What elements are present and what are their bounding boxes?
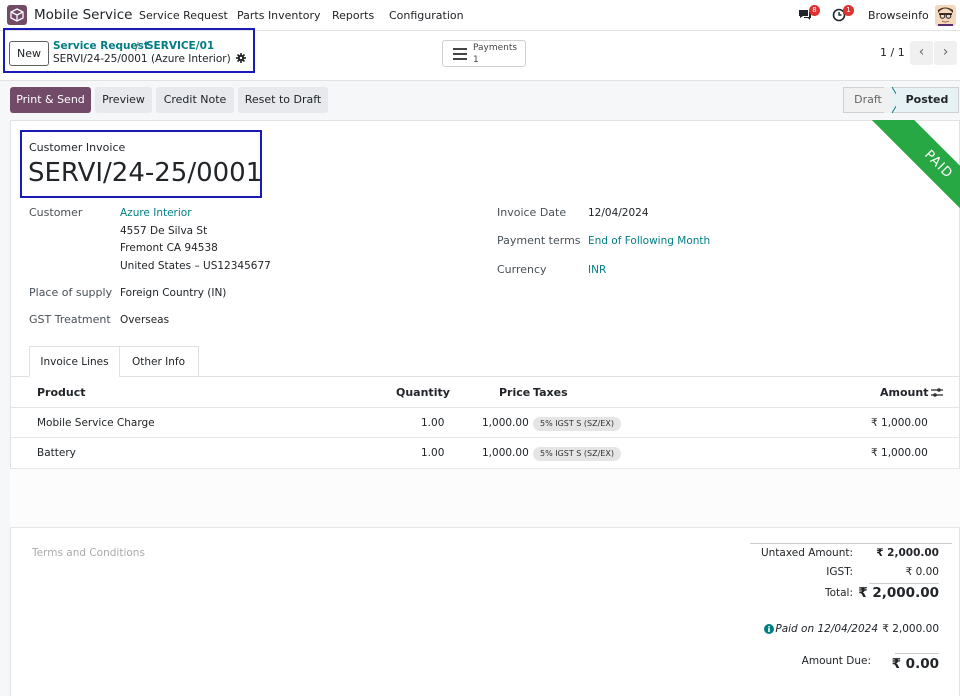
- address-line-3: United States – US12345677: [120, 260, 271, 272]
- status-posted[interactable]: Posted: [896, 88, 958, 112]
- currency-label: Currency: [497, 263, 547, 276]
- preview-button[interactable]: Preview: [95, 87, 152, 113]
- total-divider: [869, 583, 939, 584]
- pager-next-button[interactable]: ›: [934, 41, 957, 65]
- row-price[interactable]: 1,000.00: [482, 417, 529, 429]
- col-amount[interactable]: Amount: [880, 386, 928, 399]
- paid-ribbon: PAID: [842, 120, 960, 238]
- user-name[interactable]: Browseinfo: [868, 9, 929, 22]
- row-quantity[interactable]: 1.00: [421, 447, 444, 459]
- menu-parts-inventory[interactable]: Parts Inventory: [237, 9, 320, 22]
- amount-due-value: ₹ 0.00: [891, 656, 939, 672]
- amount-due-label: Amount Due:: [801, 655, 871, 667]
- untaxed-amount-value: ₹ 2,000.00: [876, 547, 939, 559]
- untaxed-amount-label: Untaxed Amount:: [760, 547, 853, 559]
- place-of-supply-value[interactable]: Foreign Country (IN): [120, 287, 226, 299]
- row-amount: ₹ 1,000.00: [871, 447, 928, 459]
- invoice-date-label: Invoice Date: [497, 206, 567, 219]
- currency-value[interactable]: INR: [588, 264, 606, 276]
- totals-top-divider: [750, 543, 952, 544]
- row-product[interactable]: Battery: [37, 447, 76, 459]
- new-button[interactable]: New: [9, 41, 49, 66]
- payments-smart-button[interactable]: Payments 1: [442, 40, 526, 67]
- empty-table-area: [10, 469, 960, 527]
- invoice-date-value[interactable]: 12/04/2024: [588, 207, 649, 219]
- pager-previous-button[interactable]: ‹: [910, 41, 933, 65]
- amount-due-divider: [895, 653, 939, 654]
- activities-badge: 1: [843, 5, 854, 16]
- user-avatar[interactable]: [935, 5, 956, 26]
- row-tax-tag: 5% IGST S (SZ/EX): [533, 447, 621, 461]
- status-bar: Draft Posted: [843, 87, 959, 113]
- total-label: Total:: [824, 587, 853, 599]
- reset-to-draft-button[interactable]: Reset to Draft: [238, 87, 328, 113]
- breadcrumb-service-01[interactable]: SERVICE/01: [146, 40, 214, 52]
- address-line-1: 4557 De Silva St: [120, 225, 208, 237]
- payment-terms-label: Payment terms: [497, 234, 581, 247]
- address-line-2: Fremont CA 94538: [120, 242, 218, 254]
- app-name[interactable]: Mobile Service: [34, 7, 132, 23]
- invoice-type: Customer Invoice: [29, 141, 126, 154]
- print-send-button[interactable]: Print & Send: [10, 87, 91, 113]
- payment-terms-value[interactable]: End of Following Month: [588, 235, 710, 247]
- row-price[interactable]: 1,000.00: [482, 447, 529, 459]
- paid-ribbon-label: PAID: [870, 120, 960, 233]
- current-record-label: SERVI/24-25/0001 (Azure Interior): [53, 53, 231, 65]
- top-navbar: Mobile Service Service Request Parts Inv…: [0, 0, 960, 31]
- gst-treatment-label: GST Treatment: [29, 313, 111, 326]
- customer-label: Customer: [29, 206, 83, 219]
- tab-other-info[interactable]: Other Info: [119, 346, 199, 377]
- header-divider: [10, 407, 960, 408]
- col-quantity[interactable]: Quantity: [396, 386, 450, 399]
- paid-amount-value: ₹ 2,000.00: [882, 623, 939, 635]
- optional-columns-icon[interactable]: [931, 387, 943, 401]
- place-of-supply-label: Place of supply: [29, 286, 113, 299]
- app-cube-icon[interactable]: [7, 5, 27, 25]
- total-value: ₹ 2,000.00: [858, 585, 939, 601]
- payments-count: 1: [473, 55, 479, 65]
- menu-service-request[interactable]: Service Request: [139, 9, 228, 22]
- col-price[interactable]: Price: [499, 386, 530, 399]
- table-bottom-divider: [10, 527, 960, 528]
- payments-label: Payments: [473, 43, 518, 53]
- col-taxes[interactable]: Taxes: [533, 386, 568, 399]
- col-product[interactable]: Product: [37, 386, 86, 399]
- menu-configuration[interactable]: Configuration: [389, 9, 464, 22]
- menu-reports[interactable]: Reports: [332, 9, 374, 22]
- breadcrumb-current-record: SERVI/24-25/0001 (Azure Interior): [53, 53, 247, 66]
- pager-value[interactable]: 1 / 1: [880, 46, 905, 59]
- list-icon: [453, 48, 467, 63]
- row-divider: [10, 437, 960, 438]
- row-quantity[interactable]: 1.00: [421, 417, 444, 429]
- row-amount: ₹ 1,000.00: [871, 417, 928, 429]
- messages-badge: 8: [809, 5, 820, 16]
- row-tax-tag: 5% IGST S (SZ/EX): [533, 417, 621, 431]
- invoice-number: SERVI/24-25/0001: [28, 158, 263, 188]
- tab-invoice-lines[interactable]: Invoice Lines: [29, 346, 120, 377]
- control-panel: New Service Request / SERVICE/01 SERVI/2…: [0, 28, 960, 81]
- terms-and-conditions-field[interactable]: Terms and Conditions: [32, 547, 145, 559]
- credit-note-button[interactable]: Credit Note: [156, 87, 234, 113]
- igst-label: IGST:: [826, 566, 853, 578]
- gear-icon[interactable]: [236, 53, 247, 66]
- info-circle-icon[interactable]: [764, 624, 774, 637]
- igst-value: ₹ 0.00: [905, 566, 939, 578]
- breadcrumb-separator: /: [135, 40, 139, 53]
- paid-on-text: Paid on 12/04/2024: [775, 623, 878, 635]
- customer-name-link[interactable]: Azure Interior: [120, 207, 192, 219]
- row-product[interactable]: Mobile Service Charge: [37, 417, 155, 429]
- gst-treatment-value[interactable]: Overseas: [120, 314, 169, 326]
